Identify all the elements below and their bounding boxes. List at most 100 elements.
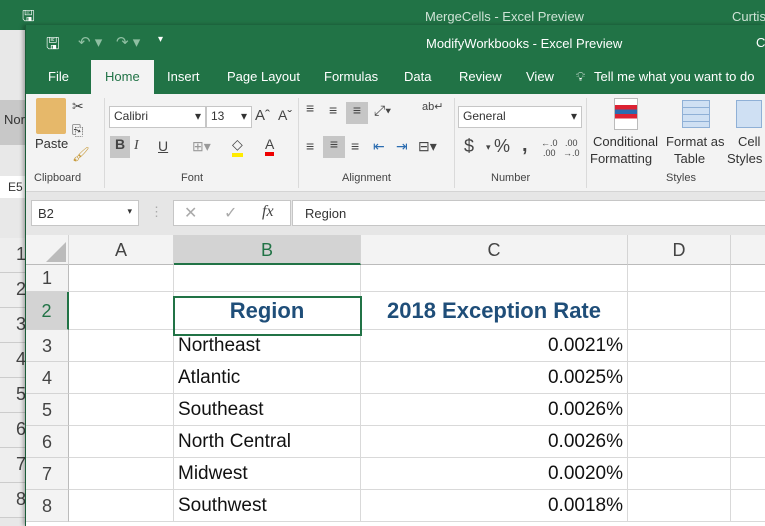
align-left-icon[interactable]: ≡ <box>306 138 314 154</box>
tell-me-search[interactable]: Tell me what you want to do <box>594 69 754 84</box>
cell-d[interactable] <box>628 265 731 292</box>
select-all-button[interactable] <box>26 235 69 265</box>
paste-icon[interactable] <box>36 98 66 134</box>
cell-a[interactable] <box>69 458 174 490</box>
background-name-box[interactable]: E5 <box>0 176 25 198</box>
font-color-icon[interactable]: A <box>265 136 275 156</box>
cell-c[interactable]: 0.0018% <box>361 490 628 522</box>
cell-d[interactable] <box>628 330 731 362</box>
tab-file[interactable]: File <box>48 69 69 84</box>
cell-b[interactable]: North Central <box>174 426 361 458</box>
bottom-align-icon[interactable]: ≡ <box>346 102 368 124</box>
top-align-icon[interactable]: ≡ <box>306 100 314 116</box>
row-header[interactable]: 5 <box>26 394 69 426</box>
cell-b[interactable]: Atlantic <box>174 362 361 394</box>
italic-button[interactable]: I <box>134 138 139 154</box>
row-header[interactable]: 7 <box>26 458 69 490</box>
tab-insert[interactable]: Insert <box>167 69 200 84</box>
row-header[interactable]: 3 <box>26 330 69 362</box>
column-header-a[interactable]: A <box>69 235 174 265</box>
cell-e[interactable] <box>731 265 765 292</box>
cell-a[interactable] <box>69 265 174 292</box>
redo-icon[interactable]: ↷ ▾ <box>116 33 140 51</box>
tab-view[interactable]: View <box>526 69 554 84</box>
column-header-d[interactable]: D <box>628 235 731 265</box>
orientation-icon[interactable]: ⤢▾ <box>374 102 391 119</box>
cell-c[interactable]: 0.0025% <box>361 362 628 394</box>
row-header[interactable]: 6 <box>26 426 69 458</box>
background-style-button[interactable]: Nor <box>0 100 25 145</box>
cell-d[interactable] <box>628 292 731 330</box>
cell-a[interactable] <box>69 362 174 394</box>
conditional-formatting-button[interactable]: Conditional <box>593 134 658 149</box>
cut-icon[interactable]: ✂ <box>72 98 84 115</box>
cell-e[interactable] <box>731 362 765 394</box>
cell-styles-icon[interactable] <box>736 100 762 128</box>
align-center-icon[interactable]: ≡ <box>323 136 345 158</box>
decrease-font-icon[interactable]: Aˇ <box>278 107 292 123</box>
format-painter-icon[interactable]: 🖌︎ <box>72 146 90 163</box>
cell-styles-button[interactable]: Cell <box>738 134 760 149</box>
font-size-dropdown[interactable]: 13 ▾ <box>206 106 252 128</box>
tab-home[interactable]: Home <box>91 60 154 94</box>
align-right-icon[interactable]: ≡ <box>351 138 359 154</box>
bold-button[interactable]: B <box>110 136 130 158</box>
percent-button[interactable]: % <box>494 136 510 157</box>
cell-a[interactable] <box>69 394 174 426</box>
cell-b[interactable] <box>174 265 361 292</box>
cell-d[interactable] <box>628 426 731 458</box>
increase-decimal-icon[interactable]: ←.0.00 <box>541 138 558 158</box>
middle-align-icon[interactable]: ≡ <box>329 102 337 118</box>
increase-indent-icon[interactable]: ⇥ <box>396 138 408 155</box>
tab-review[interactable]: Review <box>459 69 502 84</box>
formula-input[interactable]: Region <box>292 200 765 226</box>
row-header[interactable]: 8 <box>26 490 69 522</box>
font-name-dropdown[interactable]: Calibri ▾ <box>109 106 206 128</box>
paste-button[interactable]: Paste <box>35 136 68 151</box>
tab-data[interactable]: Data <box>404 69 431 84</box>
insert-function-button[interactable]: fx <box>262 203 274 221</box>
wrap-text-icon[interactable]: ab↵ <box>422 100 443 113</box>
cell-b[interactable]: Northeast <box>174 330 361 362</box>
copy-icon[interactable]: ⎘ <box>72 122 83 139</box>
fill-color-icon[interactable]: ◇ <box>232 136 243 157</box>
row-header[interactable]: 4 <box>26 362 69 394</box>
currency-button[interactable]: $ <box>464 136 474 157</box>
cell-a[interactable] <box>69 426 174 458</box>
cell-e[interactable] <box>731 394 765 426</box>
underline-button[interactable]: U <box>158 138 168 154</box>
customize-toolbar-icon[interactable]: ▾ <box>158 34 163 45</box>
decrease-indent-icon[interactable]: ⇤ <box>373 138 385 155</box>
cell-c[interactable]: 0.0026% <box>361 426 628 458</box>
column-header-b[interactable]: B <box>174 235 361 265</box>
cell-d[interactable] <box>628 394 731 426</box>
cell-e[interactable] <box>731 330 765 362</box>
conditional-formatting-icon[interactable] <box>614 98 638 130</box>
column-header-c[interactable]: C <box>361 235 628 265</box>
cell-c[interactable]: 0.0026% <box>361 394 628 426</box>
cell-c[interactable]: 0.0021% <box>361 330 628 362</box>
save-icon[interactable]: 🖫 <box>46 33 60 60</box>
comma-button[interactable]: , <box>522 134 528 157</box>
name-box[interactable]: B2 ▾ <box>31 200 139 226</box>
row-header[interactable]: 1 <box>26 265 69 292</box>
borders-icon[interactable]: ⊞▾ <box>192 138 211 155</box>
format-as-table-button[interactable]: Format as <box>666 134 725 149</box>
cell-d[interactable] <box>628 490 731 522</box>
row-header[interactable]: 2 <box>26 292 69 330</box>
cell-e[interactable] <box>731 292 765 330</box>
cancel-icon[interactable]: ✕ <box>184 203 197 223</box>
tab-page-layout[interactable]: Page Layout <box>227 69 300 84</box>
cell-e[interactable] <box>731 426 765 458</box>
decrease-decimal-icon[interactable]: .00 →.0 <box>563 138 580 158</box>
cell-c[interactable]: 2018 Exception Rate <box>361 292 628 330</box>
user-name[interactable]: C <box>756 35 765 50</box>
cell-b[interactable]: Southwest <box>174 490 361 522</box>
tab-formulas[interactable]: Formulas <box>324 69 378 84</box>
cell-b[interactable]: Midwest <box>174 458 361 490</box>
number-format-dropdown[interactable]: General ▾ <box>458 106 582 128</box>
cell-a[interactable] <box>69 490 174 522</box>
cell-a[interactable] <box>69 292 174 330</box>
format-as-table-icon[interactable] <box>682 100 710 128</box>
cell-e[interactable] <box>731 490 765 522</box>
